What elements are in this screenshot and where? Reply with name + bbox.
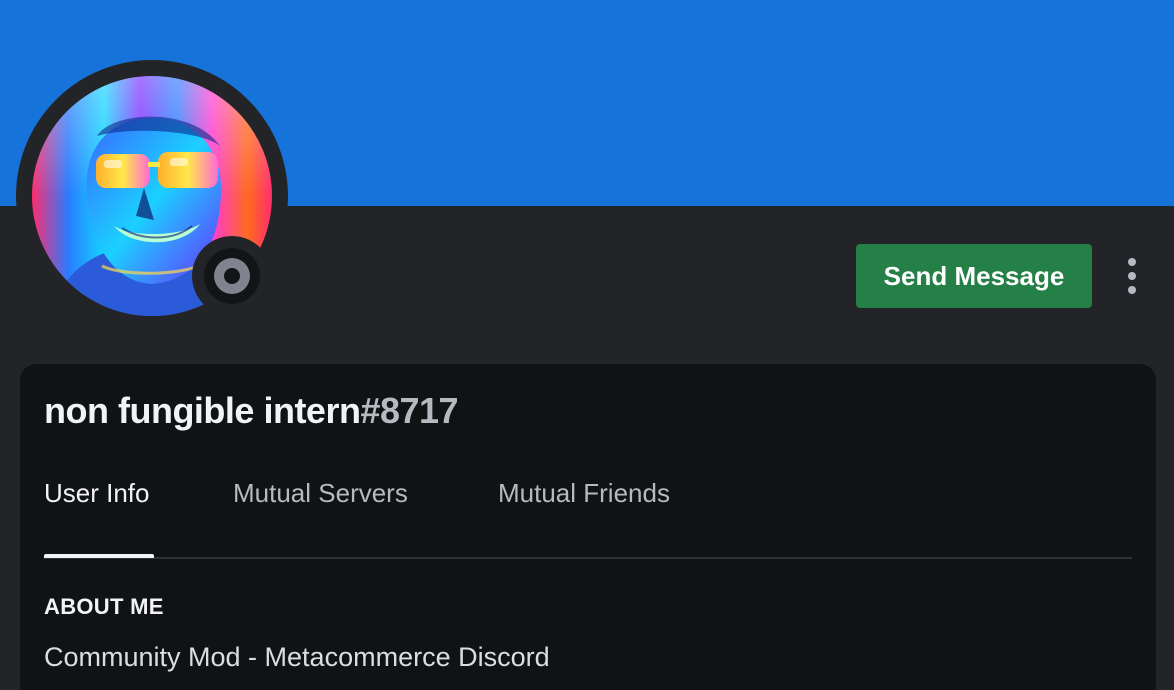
tab-mutual-friends[interactable]: Mutual Friends xyxy=(498,478,670,518)
send-message-button[interactable]: Send Message xyxy=(856,244,1092,308)
user-profile-modal: Send Message non fungible intern#8717 Us… xyxy=(0,0,1174,690)
ellipsis-dot xyxy=(1128,286,1136,294)
about-me-heading: ABOUT ME xyxy=(44,594,164,619)
vertical-ellipsis-icon[interactable] xyxy=(1112,252,1152,300)
ellipsis-dot xyxy=(1128,272,1136,280)
discriminator: #8717 xyxy=(360,390,459,431)
ellipsis-dot xyxy=(1128,258,1136,266)
active-tab-indicator xyxy=(44,554,154,558)
display-name: non fungible intern xyxy=(44,390,361,431)
username[interactable]: non fungible intern#8717 xyxy=(44,390,459,434)
about-me-text: Community Mod - Metacommerce Discord xyxy=(44,642,550,672)
tab-user-info[interactable]: User Info xyxy=(44,478,150,518)
tab-divider xyxy=(44,557,1132,559)
offline-status-icon xyxy=(214,258,250,294)
tab-mutual-servers[interactable]: Mutual Servers xyxy=(233,478,408,518)
